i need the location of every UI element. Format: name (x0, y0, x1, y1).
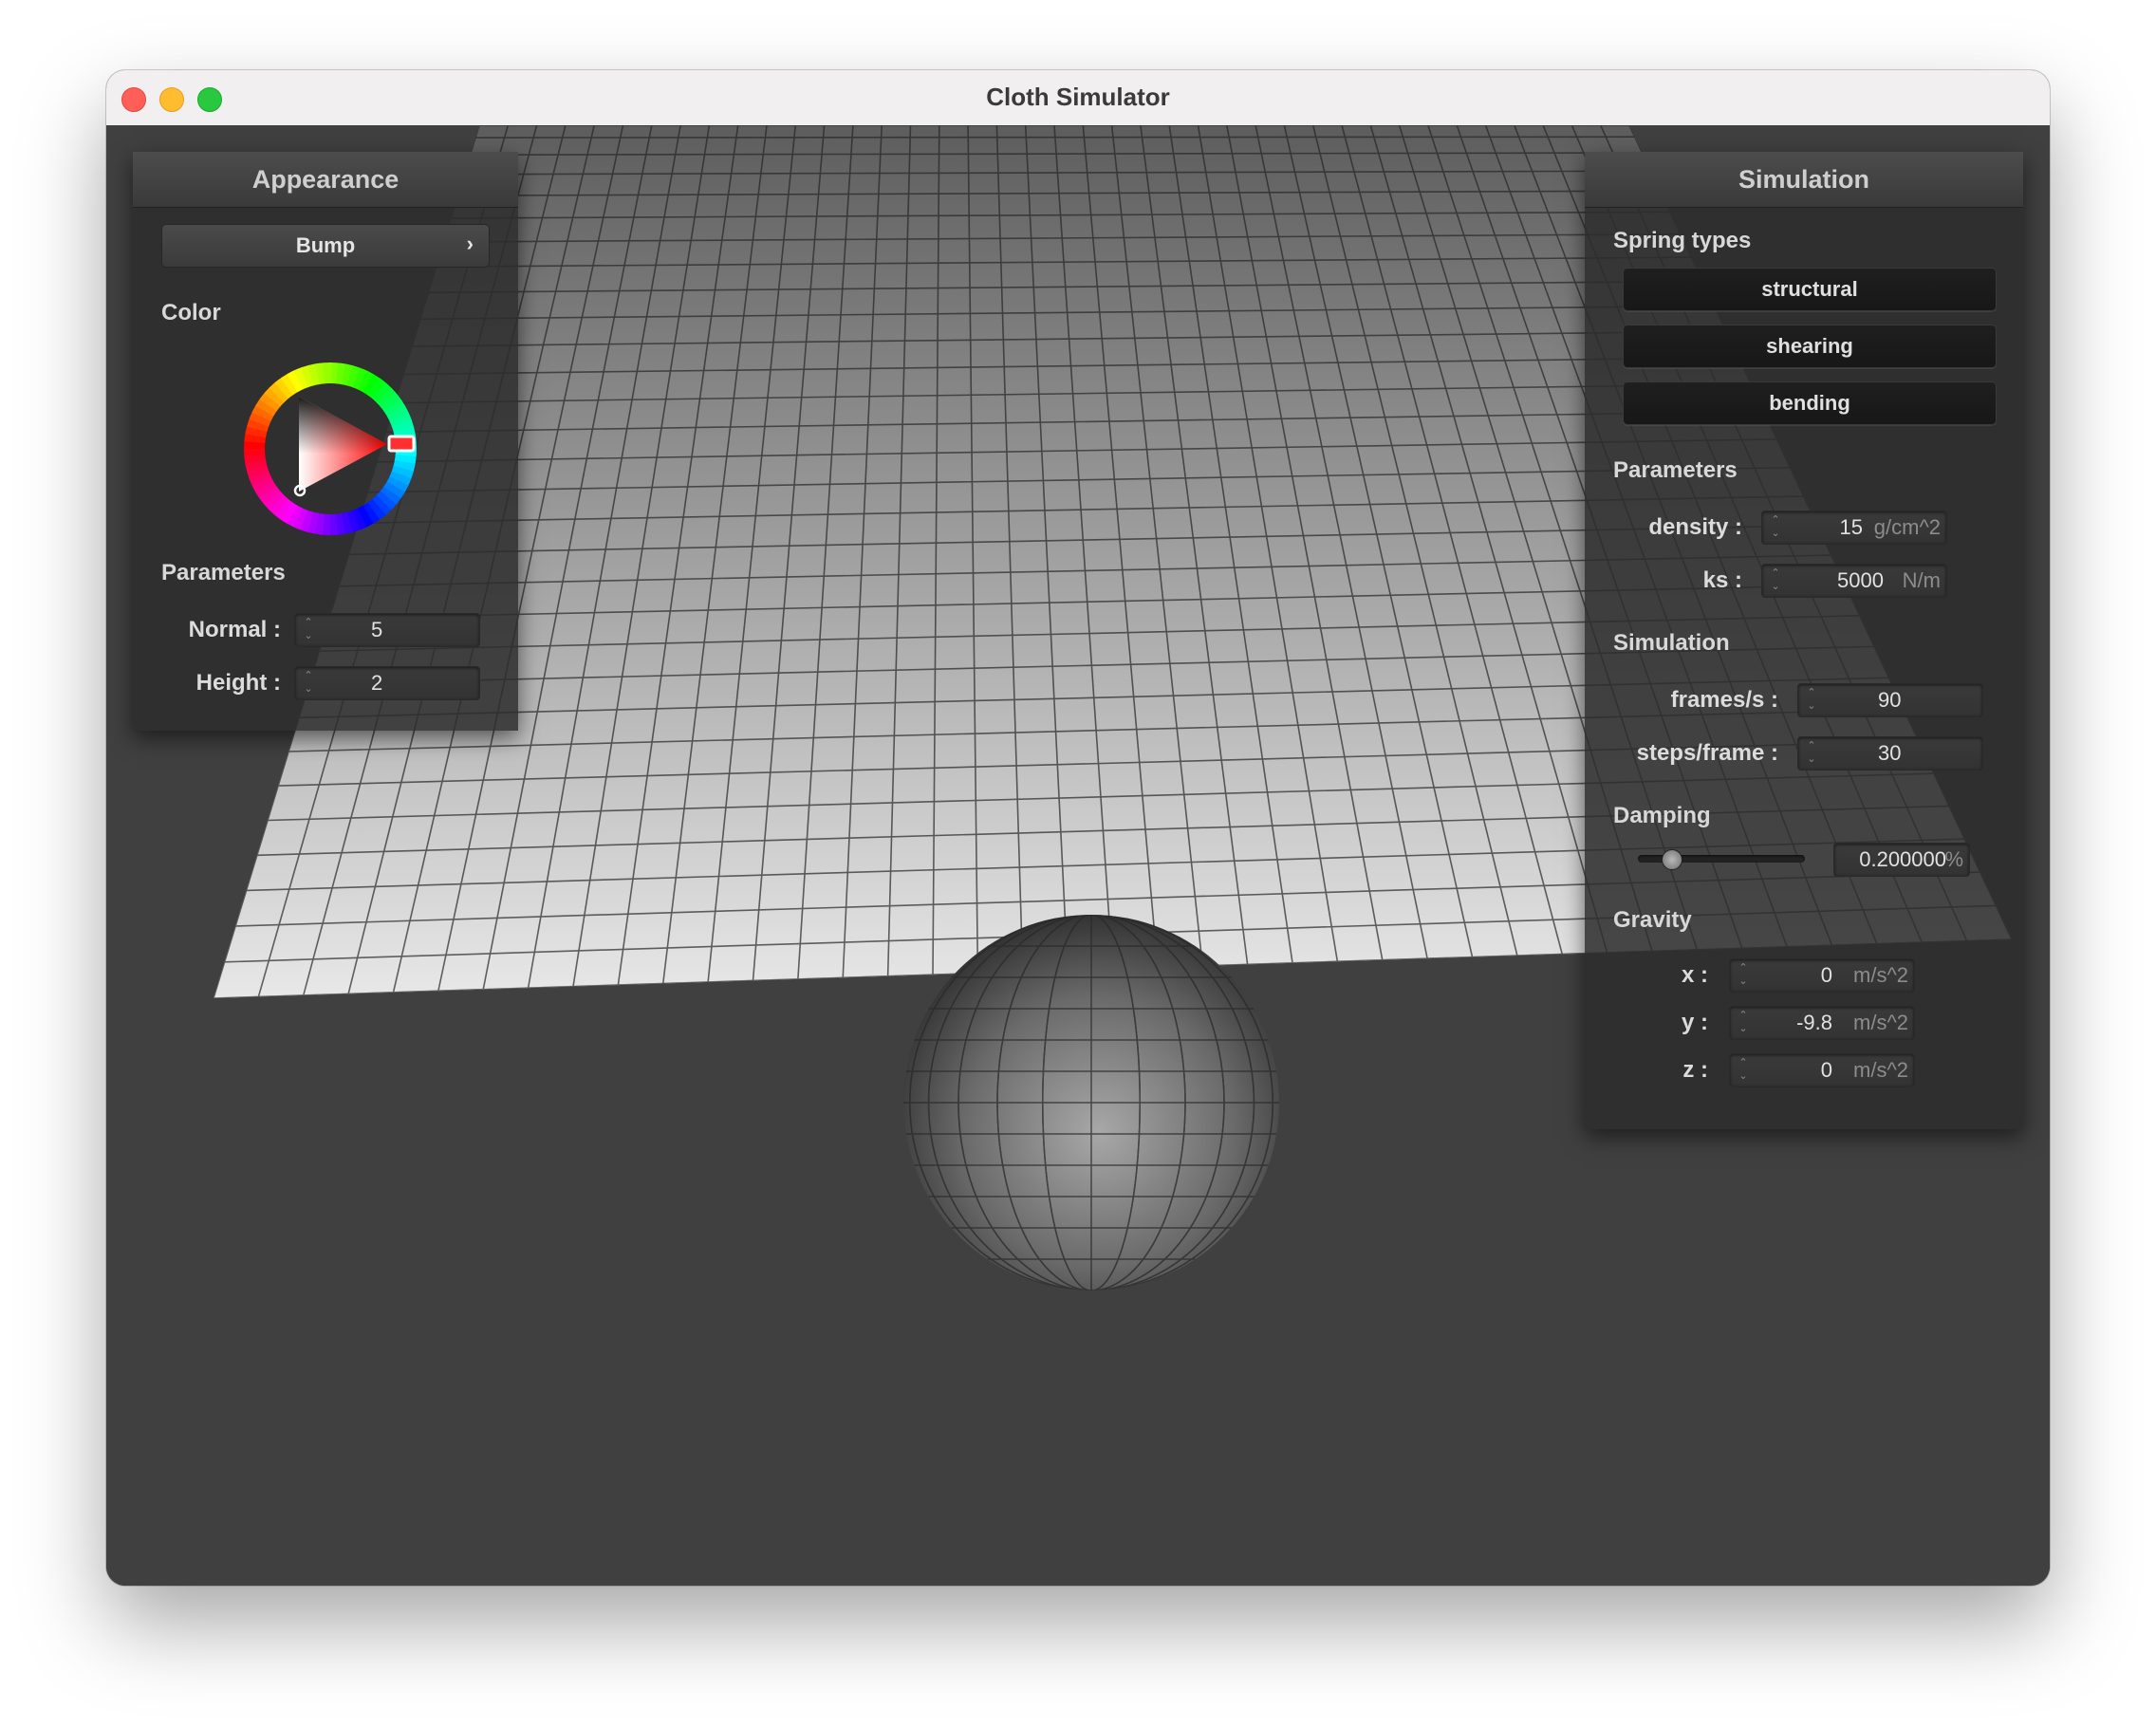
normal-label: Normal : (188, 617, 281, 642)
gravity-x-value: 0 (1820, 963, 1832, 987)
frames-input[interactable]: ⌃ ⌄ 90 (1797, 683, 1983, 717)
shearing-spring-button[interactable]: shearing (1623, 325, 1997, 368)
stepper-icon[interactable]: ⌃ ⌄ (1806, 686, 1817, 713)
shader-dropdown[interactable]: Bump › (161, 224, 490, 268)
stepper-icon[interactable]: ⌃ ⌄ (303, 669, 314, 696)
gravity-y-value: -9.8 (1796, 1011, 1832, 1034)
simulation-parameters-label: Parameters (1613, 457, 1738, 483)
damping-value: 0.200000 (1859, 847, 1946, 871)
ks-unit: N/m (1902, 568, 1941, 592)
shader-dropdown-value: Bump (295, 233, 356, 257)
title-bar: Cloth Simulator (106, 70, 2050, 126)
gravity-z-value: 0 (1820, 1058, 1832, 1082)
chevron-right-icon: › (466, 232, 474, 255)
density-value: 15 (1839, 515, 1863, 539)
gravity-x-label: x : (1681, 962, 1708, 988)
appearance-panel-title: Appearance (133, 152, 518, 208)
stepper-icon[interactable]: ⌃ ⌄ (1806, 739, 1817, 766)
stepper-icon[interactable]: ⌃ ⌄ (1770, 566, 1781, 593)
window-title: Cloth Simulator (986, 83, 1170, 111)
3d-viewport[interactable]: Appearance Bump › Color Parameters Norma… (106, 125, 2050, 1586)
hue-handle[interactable] (387, 435, 416, 453)
density-input[interactable]: ⌃ ⌄ 15 g/cm^2 (1761, 511, 1947, 545)
damping-slider-knob[interactable] (1662, 849, 1683, 870)
simulation-panel-title: Simulation (1585, 152, 2023, 208)
steps-input[interactable]: ⌃ ⌄ 30 (1797, 736, 1983, 771)
simulation-panel: Simulation Spring types structural shear… (1585, 152, 2023, 1129)
gravity-y-unit: m/s^2 (1853, 1011, 1908, 1034)
steps-label: steps/frame : (1636, 740, 1778, 766)
gravity-y-label: y : (1681, 1010, 1708, 1035)
gravity-label: Gravity (1613, 907, 1692, 933)
damping-input[interactable]: 0.200000 % (1833, 843, 1970, 877)
stepper-icon[interactable]: ⌃ ⌄ (1738, 1009, 1749, 1035)
structural-spring-button[interactable]: structural (1623, 268, 1997, 311)
ks-input[interactable]: ⌃ ⌄ 5000 N/m (1761, 564, 1947, 598)
height-input[interactable]: ⌃ ⌄ 2 (294, 666, 480, 700)
height-value: 2 (371, 671, 383, 695)
density-label: density : (1648, 514, 1742, 540)
density-unit: g/cm^2 (1873, 515, 1941, 539)
damping-label: Damping (1613, 803, 1711, 828)
gravity-y-input[interactable]: ⌃ ⌄ -9.8 m/s^2 (1729, 1006, 1915, 1040)
appearance-panel: Appearance Bump › Color Parameters Norma… (133, 152, 518, 731)
color-wheel[interactable] (240, 359, 420, 539)
frames-label: frames/s : (1670, 687, 1778, 713)
normal-input[interactable]: ⌃ ⌄ 5 (294, 613, 480, 647)
color-section-label: Color (161, 300, 221, 325)
bending-spring-button[interactable]: bending (1623, 381, 1997, 425)
app-window: Cloth Simulator Appearance Bump › Color … (106, 70, 2050, 1586)
ks-label: ks : (1702, 567, 1742, 593)
gravity-z-unit: m/s^2 (1853, 1058, 1908, 1082)
stepper-icon[interactable]: ⌃ ⌄ (1770, 513, 1781, 540)
stepper-icon[interactable]: ⌃ ⌄ (1738, 1056, 1749, 1083)
damping-slider-track[interactable] (1638, 849, 1805, 870)
stepper-icon[interactable]: ⌃ ⌄ (1738, 961, 1749, 988)
gravity-x-unit: m/s^2 (1853, 963, 1908, 987)
stepper-icon[interactable]: ⌃ ⌄ (303, 616, 314, 642)
damping-unit: % (1944, 847, 1963, 871)
frames-value: 90 (1878, 688, 1902, 712)
spring-types-label: Spring types (1613, 228, 1752, 253)
gravity-z-input[interactable]: ⌃ ⌄ 0 m/s^2 (1729, 1053, 1915, 1087)
gravity-x-input[interactable]: ⌃ ⌄ 0 m/s^2 (1729, 958, 1915, 993)
ks-value: 5000 (1837, 568, 1884, 592)
simulation-section-label: Simulation (1613, 630, 1730, 656)
steps-value: 30 (1878, 741, 1902, 765)
normal-value: 5 (371, 618, 383, 641)
gravity-z-label: z : (1682, 1057, 1708, 1083)
height-label: Height : (195, 670, 281, 696)
appearance-parameters-label: Parameters (161, 560, 286, 585)
